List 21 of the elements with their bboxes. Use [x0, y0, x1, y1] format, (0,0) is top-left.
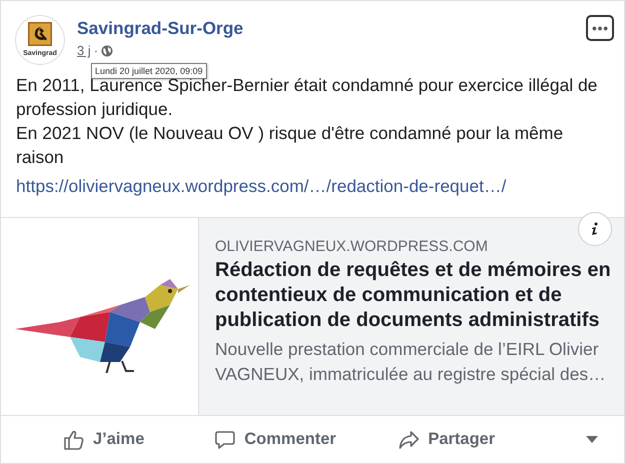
separator-dot: · — [94, 43, 98, 58]
more-options-button[interactable] — [586, 15, 614, 41]
preview-title: Rédaction de requêtes et de mémoires en contentieux de communication et de publication de documents administratifs — [215, 258, 612, 333]
globe-icon — [101, 44, 114, 56]
emblem-icon — [28, 22, 52, 46]
share-button[interactable]: Partager — [394, 422, 500, 456]
date-tooltip: Lundi 20 juillet 2020, 09:09 — [91, 63, 207, 79]
preview-description: Nouvelle prestation commerciale de l’EIRL Olivier VAGNEUX, immatriculée au registre spécial des… — [215, 338, 607, 386]
post-text: En 2021 NOV (le Nouveau OV ) risque d'être condamné pour la même raison — [16, 122, 564, 169]
comment-button[interactable]: Commenter — [210, 422, 340, 456]
info-icon — [590, 222, 600, 236]
thumbs-up-icon — [63, 428, 85, 450]
share-arrow-icon — [398, 428, 420, 450]
preview-domain: OLIVIERVAGNEUX.WORDPRESS.COM — [215, 238, 489, 255]
like-button[interactable]: J’aime — [59, 422, 148, 456]
page-name-link[interactable]: Savingrad-Sur-Orge — [77, 18, 244, 39]
caret-icon — [586, 436, 598, 444]
speech-bubble-icon — [214, 428, 236, 450]
more-options-icon — [592, 26, 608, 30]
post-link[interactable]: https://oliviervagneux.wordpress.com/…/redaction-de-requet…/ — [16, 174, 610, 198]
post-time-link[interactable]: 3 j — [77, 43, 91, 58]
